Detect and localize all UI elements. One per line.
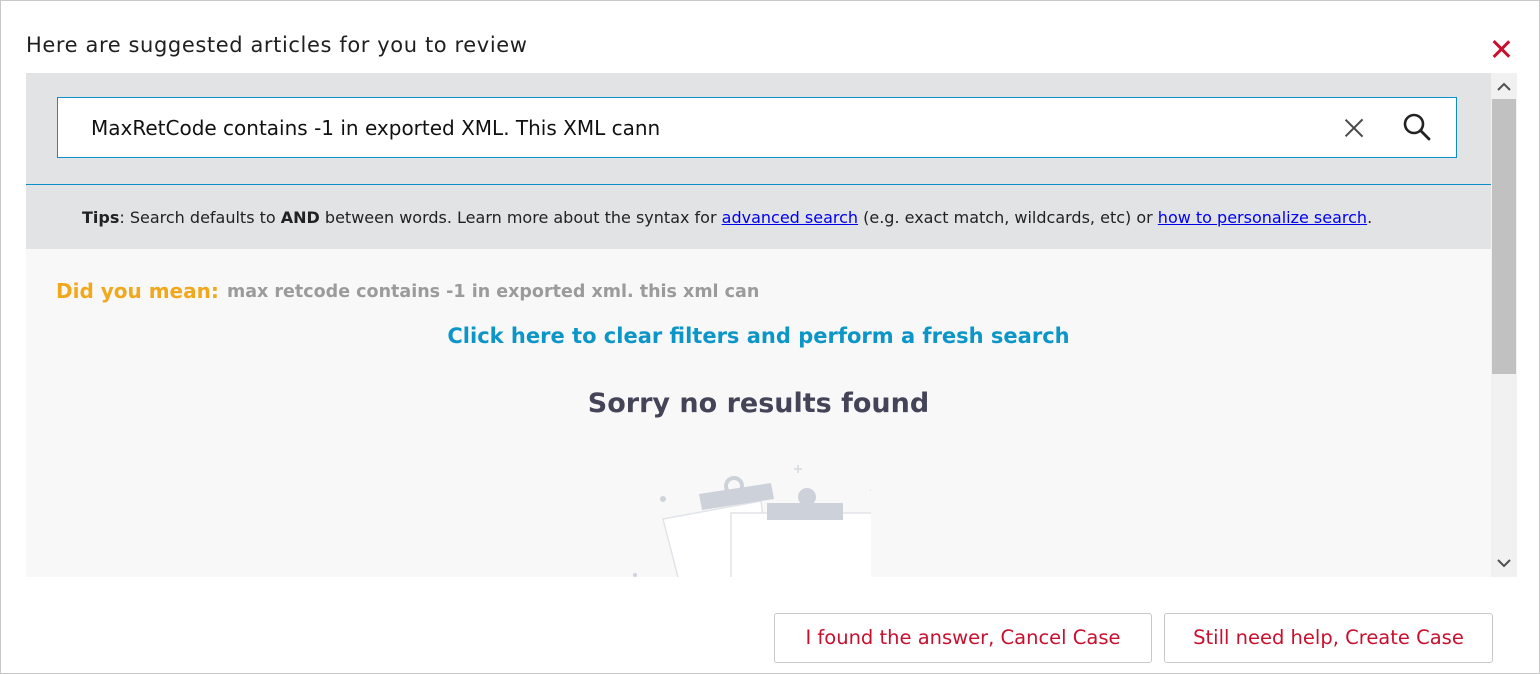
spelling-suggestion-link[interactable]: max retcode contains -1 in exported xml.… <box>227 282 759 302</box>
personalize-search-link[interactable]: how to personalize search <box>1158 208 1367 227</box>
tips-keyword: AND <box>280 208 320 227</box>
search-tips: Tips: Search defaults to AND between wor… <box>26 185 1491 249</box>
clear-filters-link[interactable]: Click here to clear filters and perform … <box>26 324 1491 348</box>
did-you-mean-label: Did you mean: <box>56 279 219 303</box>
tips-text-part: . <box>1367 208 1373 227</box>
search-query-text[interactable]: MaxRetCode contains -1 in exported XML. … <box>91 116 660 140</box>
search-input[interactable]: MaxRetCode contains -1 in exported XML. … <box>57 97 1457 158</box>
cancel-case-button[interactable]: I found the answer, Cancel Case <box>774 613 1152 663</box>
dialog-title: Here are suggested articles for you to r… <box>26 33 528 57</box>
search-area: MaxRetCode contains -1 in exported XML. … <box>26 73 1491 185</box>
tips-text-part: between words. Learn more about the synt… <box>319 208 722 227</box>
clear-icon[interactable] <box>1341 115 1367 141</box>
tips-text-part: (e.g. exact match, wildcards, etc) or <box>858 208 1158 227</box>
empty-clipboard-illustration <box>633 465 871 577</box>
search-icon[interactable] <box>1402 112 1432 142</box>
no-results-message: Sorry no results found <box>587 388 930 419</box>
tips-text: Tips: Search defaults to AND between wor… <box>82 208 1372 227</box>
create-case-button[interactable]: Still need help, Create Case <box>1164 613 1493 663</box>
advanced-search-link[interactable]: advanced search <box>722 208 858 227</box>
scroll-up-icon[interactable] <box>1491 75 1517 99</box>
close-icon[interactable] <box>1487 35 1515 63</box>
scrollbar-thumb[interactable] <box>1492 99 1516 374</box>
results-panel: MaxRetCode contains -1 in exported XML. … <box>26 73 1491 577</box>
tips-text-part: : Search defaults to <box>119 208 281 227</box>
vertical-scrollbar[interactable] <box>1491 73 1517 577</box>
scroll-down-icon[interactable] <box>1491 551 1517 575</box>
tips-label: Tips <box>82 208 120 227</box>
suggested-articles-dialog: Here are suggested articles for you to r… <box>0 0 1540 674</box>
